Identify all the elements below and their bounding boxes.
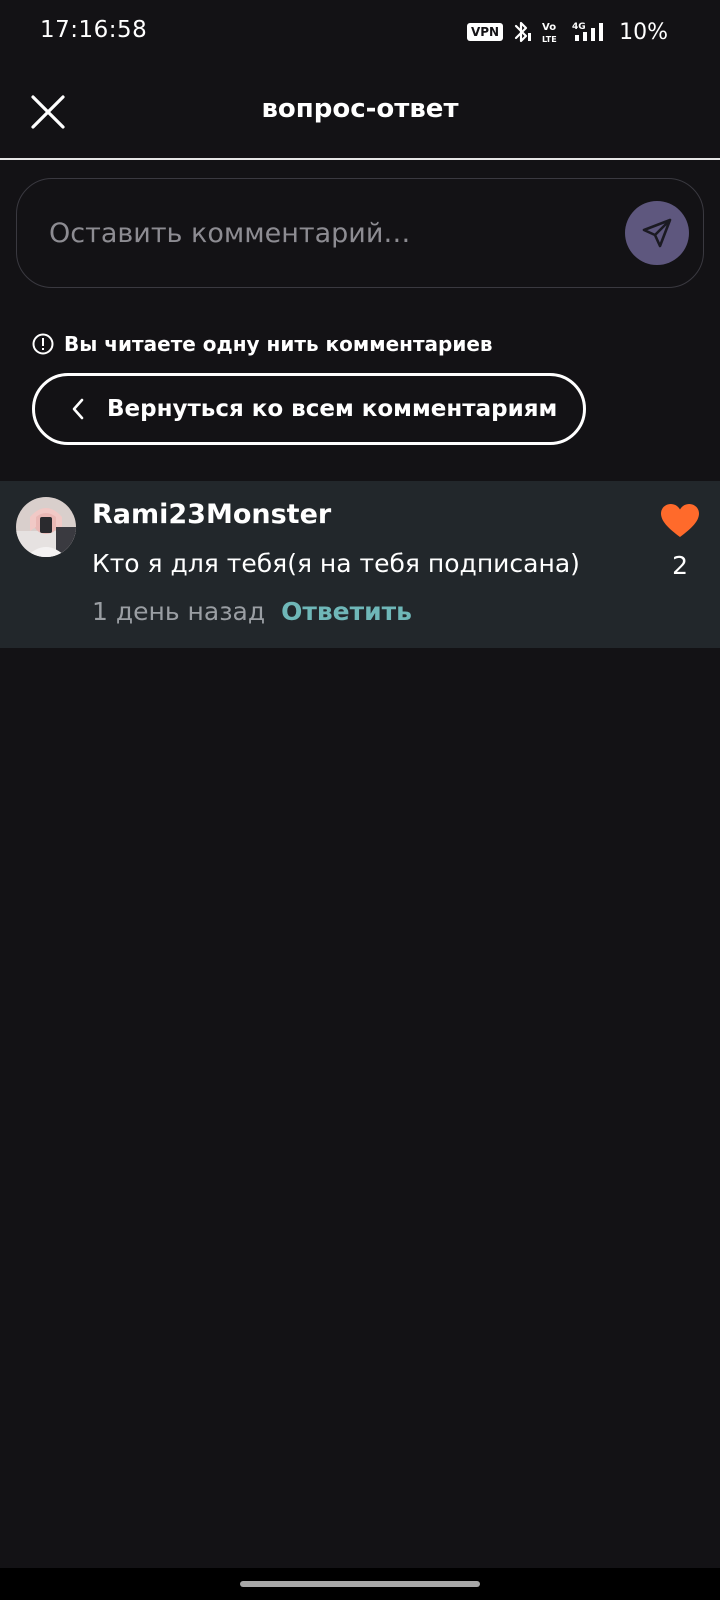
heart-icon[interactable] — [660, 503, 700, 539]
svg-text:4G: 4G — [572, 22, 586, 32]
screen: 17:16:58 VPN Vo LTE 4G 10% вопрос-ответ … — [0, 0, 720, 1600]
battery-level: 10% — [619, 19, 668, 45]
thread-notice-text: Вы читаете одну нить комментариев — [64, 332, 493, 356]
system-nav-bar — [0, 1568, 720, 1600]
status-time: 17:16:58 — [40, 17, 148, 43]
page-title: вопрос-ответ — [261, 94, 459, 124]
comment-box — [16, 178, 704, 288]
back-to-all-comments-label: Вернуться ко всем комментариям — [107, 396, 558, 422]
back-to-all-comments-button[interactable]: Вернуться ко всем комментариям — [32, 373, 586, 445]
send-button[interactable] — [625, 201, 689, 265]
bluetooth-icon — [514, 21, 532, 43]
signal-4g-icon: 4G — [572, 22, 604, 41]
avatar-image — [16, 497, 76, 557]
home-indicator[interactable] — [240, 1581, 480, 1587]
header: вопрос-ответ — [0, 64, 720, 160]
comment-meta: 1 день назад Ответить — [92, 597, 412, 626]
send-icon — [642, 218, 672, 248]
status-icons: VPN Vo LTE 4G 10% — [466, 18, 668, 46]
like-count: 2 — [672, 551, 688, 580]
thread-notice: Вы читаете одну нить комментариев — [32, 332, 493, 356]
info-icon — [32, 333, 54, 355]
comment-username[interactable]: Rami23Monster — [92, 499, 331, 530]
comment-item: Rami23Monster Кто я для тебя(я на тебя п… — [0, 481, 720, 648]
comment-text: Кто я для тебя(я на тебя подписана) — [92, 549, 580, 578]
comment-input[interactable] — [47, 207, 591, 259]
reply-button[interactable]: Ответить — [281, 597, 412, 626]
status-bar: 17:16:58 VPN Vo LTE 4G 10% — [0, 0, 720, 64]
svg-text:LTE: LTE — [542, 35, 557, 44]
comment-time: 1 день назад — [92, 597, 266, 626]
svg-text:Vo: Vo — [542, 22, 556, 33]
volte-icon: Vo LTE — [542, 22, 557, 44]
vpn-icon: VPN — [466, 23, 504, 41]
avatar[interactable] — [16, 497, 76, 557]
chevron-left-icon — [72, 398, 84, 420]
